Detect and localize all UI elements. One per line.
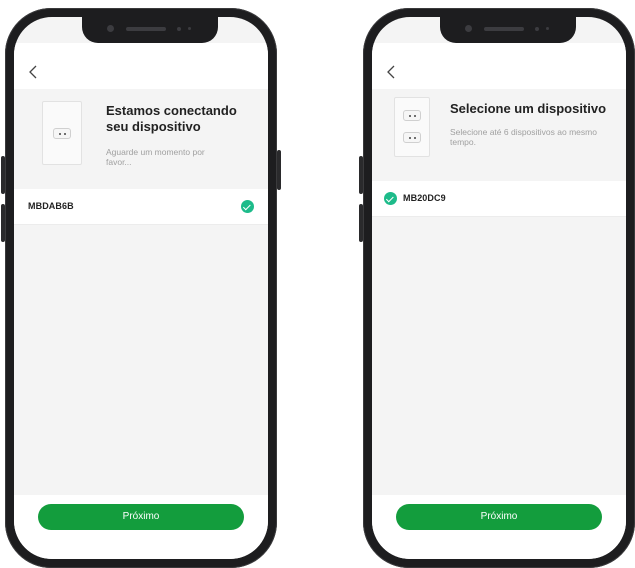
- connecting-header: Estamos conectando seu dispositivo Aguar…: [14, 89, 268, 185]
- select-header: Selecione um dispositivo Selecione até 6…: [372, 89, 626, 175]
- screen-connecting: Estamos conectando seu dispositivo Aguar…: [14, 17, 268, 559]
- top-bar: [14, 43, 268, 89]
- screen-select-device: Selecione um dispositivo Selecione até 6…: [372, 17, 626, 559]
- volume-button: [359, 156, 363, 194]
- next-button[interactable]: Próximo: [38, 504, 244, 530]
- check-circle-icon: [241, 200, 254, 213]
- volume-button: [1, 204, 5, 242]
- device-row[interactable]: MBDAB6B: [14, 189, 268, 225]
- back-arrow-icon[interactable]: [386, 65, 396, 79]
- phone-frame-right: Selecione um dispositivo Selecione até 6…: [359, 8, 635, 568]
- volume-button: [1, 156, 5, 194]
- volume-button: [359, 204, 363, 242]
- notch: [82, 17, 218, 43]
- device-image-double-socket: [394, 97, 430, 157]
- device-name: MBDAB6B: [28, 201, 74, 211]
- page-title: Selecione um dispositivo: [450, 101, 607, 116]
- page-subtitle: Selecione até 6 dispositivos ao mesmo te…: [450, 127, 597, 147]
- check-circle-icon[interactable]: [384, 192, 397, 205]
- page-title: Estamos conectando seu dispositivo: [106, 103, 237, 134]
- socket-icon: [53, 128, 71, 139]
- page-subtitle: Aguarde um momento por favor...: [106, 147, 205, 167]
- socket-icon: [403, 110, 421, 121]
- power-button: [277, 150, 281, 190]
- device-row[interactable]: MB20DC9: [372, 181, 626, 217]
- back-arrow-icon[interactable]: [28, 65, 38, 79]
- notch: [440, 17, 576, 43]
- top-bar: [372, 43, 626, 89]
- device-image-single-socket: [42, 101, 82, 165]
- socket-icon: [403, 132, 421, 143]
- footer: Próximo: [14, 495, 268, 559]
- footer: Próximo: [372, 495, 626, 559]
- next-button[interactable]: Próximo: [396, 504, 602, 530]
- device-name: MB20DC9: [403, 193, 446, 203]
- phone-frame-left: Estamos conectando seu dispositivo Aguar…: [1, 8, 281, 568]
